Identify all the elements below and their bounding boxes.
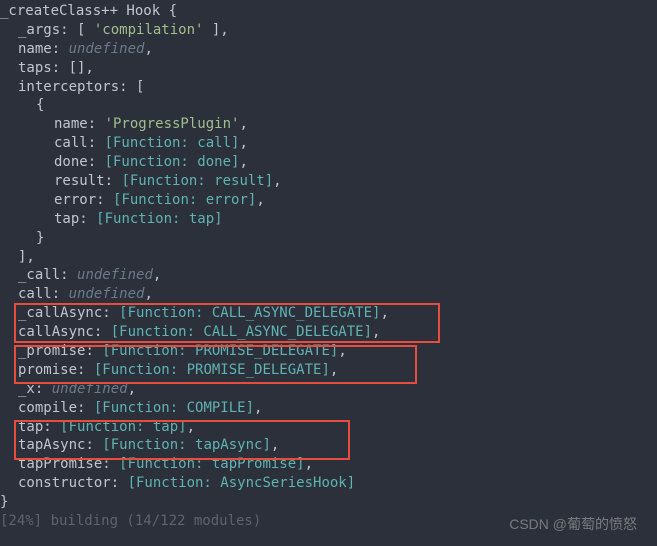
- code-line: _x: undefined,: [0, 380, 657, 399]
- code-line: name: 'ProgressPlugin',: [0, 115, 657, 134]
- code-line: tapPromise: [Function: tapPromise],: [0, 455, 657, 474]
- code-line: error: [Function: error],: [0, 191, 657, 210]
- code-line: call: undefined,: [0, 285, 657, 304]
- code-line: compile: [Function: COMPILE],: [0, 399, 657, 418]
- code-line: interceptors: [: [0, 78, 657, 97]
- code-line: }: [0, 493, 657, 512]
- code-line: ],: [0, 248, 657, 267]
- code-line: {: [0, 96, 657, 115]
- code-line: _createClass++ Hook {: [0, 2, 657, 21]
- code-line: tapAsync: [Function: tapAsync],: [0, 436, 657, 455]
- code-line: _callAsync: [Function: CALL_ASYNC_DELEGA…: [0, 304, 657, 323]
- code-line: tap: [Function: tap]: [0, 210, 657, 229]
- code-line: callAsync: [Function: CALL_ASYNC_DELEGAT…: [0, 323, 657, 342]
- code-line: taps: [],: [0, 59, 657, 78]
- code-line: result: [Function: result],: [0, 172, 657, 191]
- code-line: _promise: [Function: PROMISE_DELEGATE],: [0, 342, 657, 361]
- code-line: tap: [Function: tap],: [0, 418, 657, 437]
- code-line: _args: [ 'compilation' ],: [0, 21, 657, 40]
- code-line: constructor: [Function: AsyncSeriesHook]: [0, 474, 657, 493]
- code-line: name: undefined,: [0, 40, 657, 59]
- header-text: _createClass++ Hook {: [0, 3, 177, 19]
- code-line: done: [Function: done],: [0, 153, 657, 172]
- code-line: call: [Function: call],: [0, 134, 657, 153]
- code-line: _call: undefined,: [0, 266, 657, 285]
- code-line: promise: [Function: PROMISE_DELEGATE],: [0, 361, 657, 380]
- watermark-text: CSDN @葡萄的愤怒: [509, 515, 637, 534]
- code-line: }: [0, 229, 657, 248]
